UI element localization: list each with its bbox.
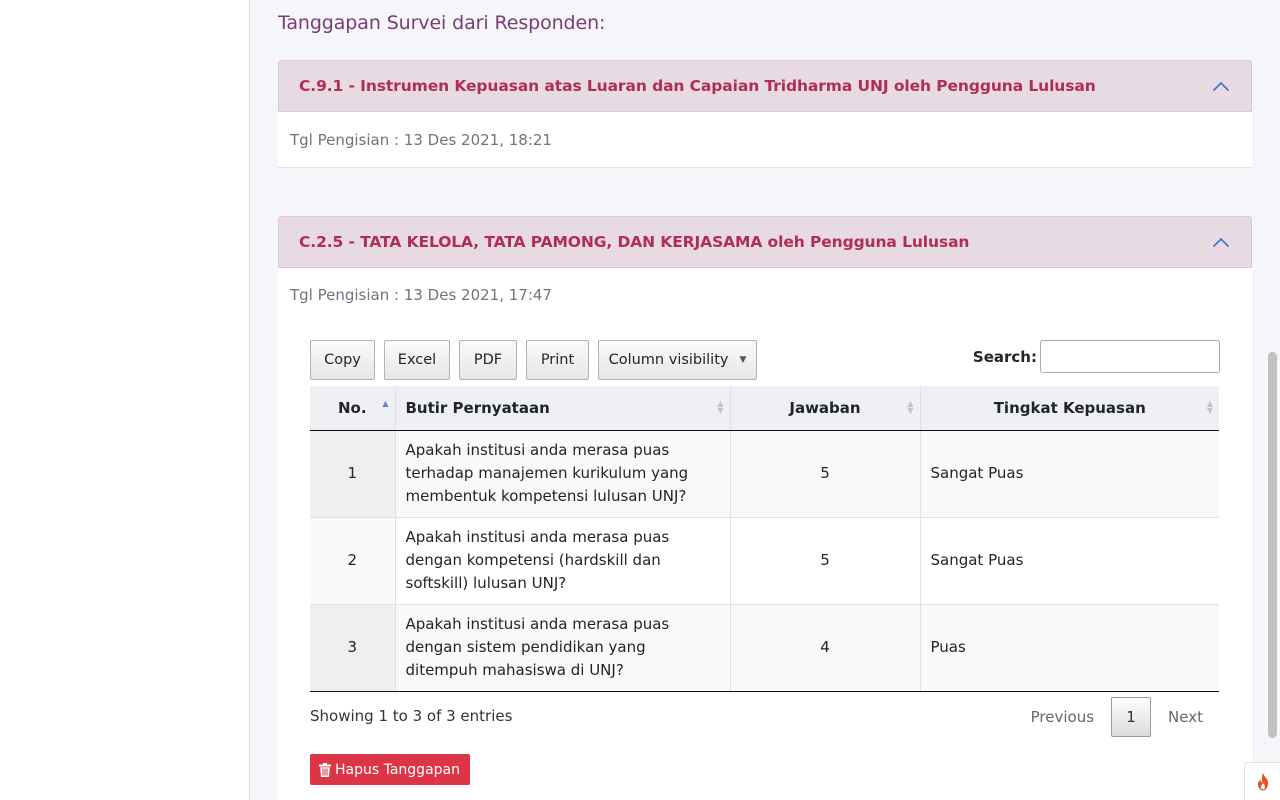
- caret-down-icon: ▼: [739, 355, 747, 365]
- sort-icon: ▲ ▼: [907, 399, 914, 415]
- previous-page-button[interactable]: Previous: [1014, 697, 1111, 737]
- column-header-label: No.: [337, 398, 367, 417]
- card-body: Tgl Pengisian : 13 Des 2021, 18:21: [278, 112, 1252, 168]
- statement-cell: Apakah institusi anda merasa puas dengan…: [395, 517, 731, 605]
- card-title: C.2.5 - TATA KELOLA, TATA PAMONG, DAN KE…: [299, 233, 970, 251]
- column-visibility-button[interactable]: Column visibility ▼: [598, 340, 757, 380]
- sort-icon: ▲ ▼: [717, 399, 724, 415]
- column-header-no[interactable]: No. ▲▼: [310, 386, 396, 431]
- answer-cell: 4: [730, 604, 921, 692]
- search-label: Search:: [972, 347, 1037, 366]
- table-row: 1 Apakah institusi anda merasa puas terh…: [310, 430, 1219, 518]
- delete-response-button[interactable]: Hapus Tanggapan: [310, 754, 470, 785]
- pdf-button[interactable]: PDF: [459, 340, 517, 380]
- sidebar: [0, 0, 250, 800]
- statement-cell: Apakah institusi anda merasa puas terhad…: [395, 430, 731, 518]
- survey-card: C.2.5 - TATA KELOLA, TATA PAMONG, DAN KE…: [278, 216, 1252, 800]
- scrollbar[interactable]: [1265, 0, 1280, 800]
- responses-table: No. ▲▼ Butir Pernyataan ▲▼ Jawaban ▲▼ Ti…: [310, 386, 1219, 692]
- excel-button[interactable]: Excel: [384, 340, 450, 380]
- row-number: 3: [310, 604, 396, 692]
- satisfaction-cell: Sangat Puas: [920, 517, 1219, 605]
- column-header-tingkat[interactable]: Tingkat Kepuasan ▲ ▼: [920, 386, 1219, 431]
- scrollbar-thumb[interactable]: [1268, 352, 1277, 738]
- search-box: Search:: [973, 340, 1220, 373]
- fill-date: Tgl Pengisian : 13 Des 2021, 18:21: [290, 130, 552, 149]
- row-number: 1: [310, 430, 396, 518]
- next-page-button[interactable]: Next: [1151, 697, 1220, 737]
- fill-date: Tgl Pengisian : 13 Des 2021, 17:47: [290, 286, 552, 304]
- card-header[interactable]: C.9.1 - Instrumen Kepuasan atas Luaran d…: [278, 60, 1252, 112]
- sort-ascending-icon: ▲▼: [382, 399, 389, 408]
- survey-card: C.9.1 - Instrumen Kepuasan atas Luaran d…: [278, 60, 1252, 168]
- table-row: 3 Apakah institusi anda merasa puas deng…: [310, 604, 1219, 692]
- satisfaction-cell: Puas: [920, 604, 1219, 692]
- chevron-up-icon[interactable]: [1211, 76, 1231, 96]
- answer-cell: 5: [730, 430, 921, 518]
- satisfaction-cell: Sangat Puas: [920, 430, 1219, 518]
- trash-icon: [319, 762, 331, 777]
- search-input[interactable]: [1040, 340, 1220, 373]
- column-header-label: Jawaban: [789, 398, 861, 417]
- card-title: C.9.1 - Instrumen Kepuasan atas Luaran d…: [299, 77, 1096, 95]
- print-button[interactable]: Print: [526, 340, 589, 380]
- page-1-button[interactable]: 1: [1111, 697, 1152, 737]
- column-visibility-label: Column visibility: [608, 352, 729, 368]
- answer-cell: 5: [730, 517, 921, 605]
- page-title: Tanggapan Survei dari Responden:: [278, 12, 606, 34]
- table-row: 2 Apakah institusi anda merasa puas deng…: [310, 517, 1219, 605]
- column-header-label: Tingkat Kepuasan: [993, 398, 1146, 417]
- delete-response-label: Hapus Tanggapan: [335, 761, 460, 778]
- column-header-label: Butir Pernyataan: [405, 398, 550, 417]
- flame-icon[interactable]: [1244, 762, 1280, 800]
- chevron-up-icon[interactable]: [1211, 232, 1231, 252]
- table-info: Showing 1 to 3 of 3 entries: [310, 707, 513, 725]
- sort-icon: ▲ ▼: [1206, 399, 1213, 415]
- copy-button[interactable]: Copy: [310, 340, 375, 380]
- card-header[interactable]: C.2.5 - TATA KELOLA, TATA PAMONG, DAN KE…: [278, 216, 1252, 268]
- main-content: Tanggapan Survei dari Responden: C.9.1 -…: [251, 0, 1265, 800]
- row-number: 2: [310, 517, 396, 605]
- statement-cell: Apakah institusi anda merasa puas dengan…: [395, 604, 731, 692]
- column-header-butir[interactable]: Butir Pernyataan ▲ ▼: [395, 386, 731, 431]
- column-header-jawaban[interactable]: Jawaban ▲ ▼: [730, 386, 921, 431]
- pagination: Previous 1 Next: [1014, 697, 1220, 737]
